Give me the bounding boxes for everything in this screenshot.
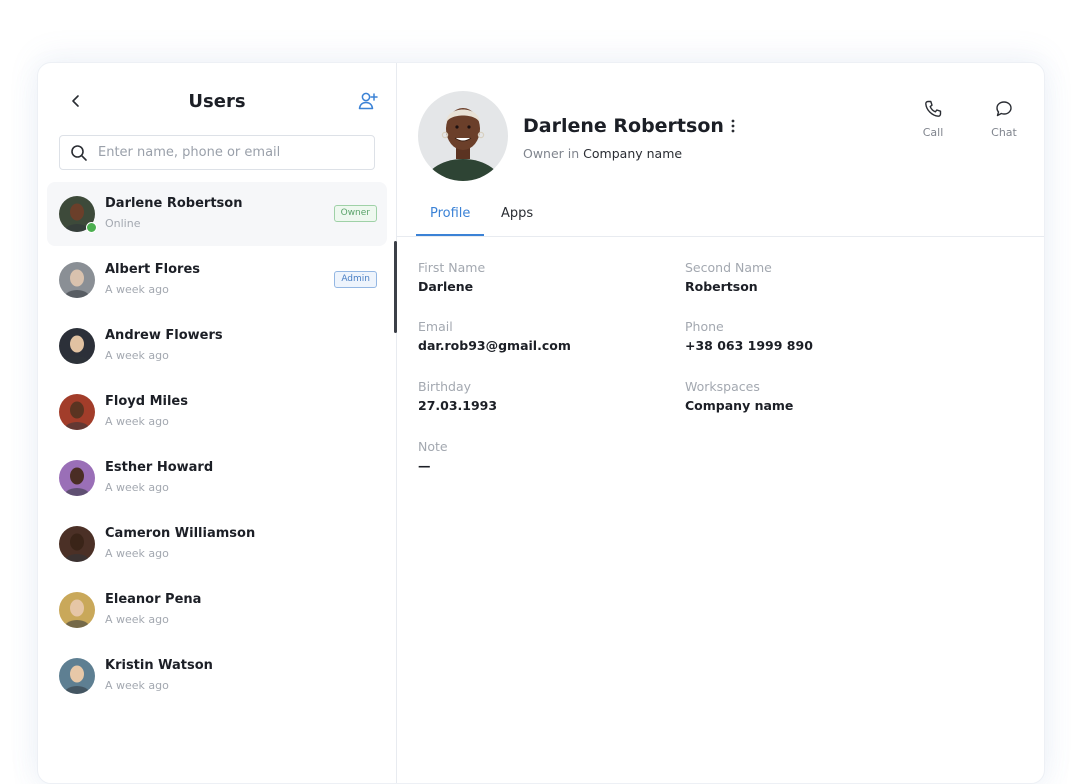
field-second-name: Second Name Robertson	[685, 260, 772, 294]
field-label: Workspaces	[685, 379, 760, 394]
user-status: A week ago	[105, 415, 169, 428]
avatar	[59, 460, 95, 496]
field-value: 27.03.1993	[418, 398, 498, 413]
user-name: Floyd Miles	[105, 394, 188, 409]
chat-label: Chat	[991, 126, 1017, 139]
call-label: Call	[922, 126, 944, 139]
field-value: +38 063 1999 890	[685, 338, 813, 353]
user-name: Andrew Flowers	[105, 328, 223, 343]
field-label: Birthday	[418, 379, 472, 394]
user-list-item[interactable]: Darlene Robertson Online Owner	[47, 182, 387, 246]
field-label: Second Name	[685, 260, 772, 275]
user-name: Kristin Watson	[105, 658, 213, 673]
field-label: First Name	[418, 260, 486, 275]
search-box[interactable]	[59, 135, 375, 170]
phone-icon	[925, 100, 942, 117]
users-panel: Users Darlene Robertson Online Owner Albert…	[38, 63, 397, 783]
field-value: Darlene	[418, 279, 474, 294]
user-list-item[interactable]: Floyd Miles A week ago	[47, 380, 387, 444]
user-list-item[interactable]: Eleanor Pena A week ago	[47, 578, 387, 642]
user-status: A week ago	[105, 349, 169, 362]
profile-role: Owner in Company name	[523, 146, 682, 161]
profile-tabs: Profile Apps	[397, 196, 1044, 237]
online-status-dot	[86, 222, 97, 233]
field-note: Note —	[418, 439, 448, 473]
avatar	[59, 658, 95, 694]
user-status: A week ago	[105, 481, 169, 494]
user-status: Online	[105, 217, 141, 230]
search-input[interactable]	[96, 144, 360, 161]
user-list-item[interactable]: Cameron Williamson A week ago	[47, 512, 387, 576]
page-title: Users	[188, 91, 246, 112]
user-status: A week ago	[105, 283, 169, 296]
field-value: dar.rob93@gmail.com	[418, 338, 571, 353]
field-label: Email	[418, 319, 453, 334]
kebab-menu-icon	[731, 119, 735, 133]
user-status: A week ago	[105, 613, 169, 626]
user-list-item[interactable]: Andrew Flowers A week ago	[47, 314, 387, 378]
user-name: Albert Flores	[105, 262, 201, 277]
users-header: Users	[38, 63, 396, 141]
field-email: Email dar.rob93@gmail.com	[418, 319, 571, 353]
user-list-item[interactable]: Kristin Watson A week ago	[47, 644, 387, 708]
field-workspaces: Workspaces Company name	[685, 379, 793, 413]
avatar	[59, 526, 95, 562]
call-button[interactable]: Call	[911, 99, 955, 139]
field-value: Robertson	[685, 279, 758, 294]
chat-button[interactable]: Chat	[982, 99, 1026, 139]
search-icon	[71, 144, 87, 161]
avatar	[59, 394, 95, 430]
avatar	[59, 328, 95, 364]
field-first-name: First Name Darlene	[418, 260, 485, 294]
role-prefix: Owner in	[523, 146, 580, 161]
field-label: Phone	[685, 319, 724, 334]
tab-profile[interactable]: Profile	[416, 206, 485, 236]
role-company: Company name	[583, 146, 683, 161]
user-name: Darlene Robertson	[105, 196, 243, 211]
add-user-icon	[358, 92, 378, 110]
avatar	[59, 262, 95, 298]
field-value: —	[418, 458, 431, 473]
user-name: Esther Howard	[105, 460, 214, 475]
tab-apps[interactable]: Apps	[487, 206, 547, 236]
field-label: Note	[418, 439, 448, 454]
users-card: Users Darlene Robertson Online Owner Albert…	[37, 62, 1045, 784]
role-badge: Owner	[333, 205, 377, 222]
user-status: A week ago	[105, 679, 169, 692]
role-badge: Admin	[334, 271, 377, 288]
avatar	[59, 592, 95, 628]
profile-name: Darlene Robertson	[523, 115, 724, 137]
profile-avatar	[418, 91, 508, 181]
user-name: Cameron Williamson	[105, 526, 256, 541]
user-status: A week ago	[105, 547, 169, 560]
field-phone: Phone +38 063 1999 890	[685, 319, 813, 353]
user-name: Eleanor Pena	[105, 592, 202, 607]
user-list-item[interactable]: Albert Flores A week ago Admin	[47, 248, 387, 312]
user-list-item[interactable]: Esther Howard A week ago	[47, 446, 387, 510]
user-list: Darlene Robertson Online Owner Albert Flore…	[47, 182, 387, 710]
field-birthday: Birthday 27.03.1993	[418, 379, 497, 413]
field-value: Company name	[685, 398, 794, 413]
chat-bubble-icon	[996, 101, 1012, 117]
more-options-button[interactable]	[725, 115, 741, 137]
add-user-button[interactable]	[354, 87, 382, 115]
profile-panel: Darlene Robertson Owner in Company name …	[397, 63, 1044, 783]
